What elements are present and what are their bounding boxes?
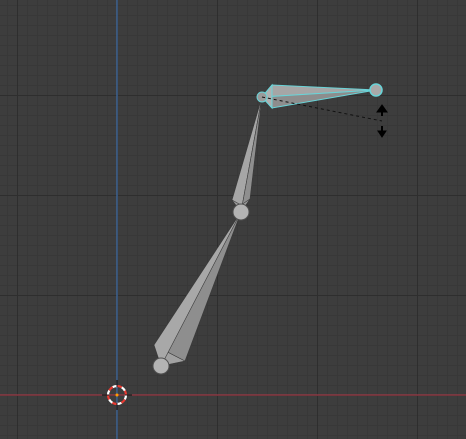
transform-dashed-line	[261, 96, 383, 122]
bone-lower-head-joint[interactable]	[152, 357, 170, 375]
3d-cursor-icon[interactable]	[102, 380, 132, 410]
bone-middle[interactable]	[231, 96, 263, 221]
bone-middle-body-right[interactable]	[240, 96, 263, 213]
bone-lower-body-left[interactable]	[153, 211, 242, 367]
bone-upper-tail-joint[interactable]	[369, 83, 383, 97]
bone-middle-head-joint[interactable]	[232, 203, 250, 221]
viewport-canvas[interactable]	[0, 0, 466, 439]
bone-lower[interactable]	[152, 211, 242, 375]
bone-upper-selected[interactable]	[256, 83, 383, 110]
3d-viewport[interactable]	[0, 0, 466, 439]
